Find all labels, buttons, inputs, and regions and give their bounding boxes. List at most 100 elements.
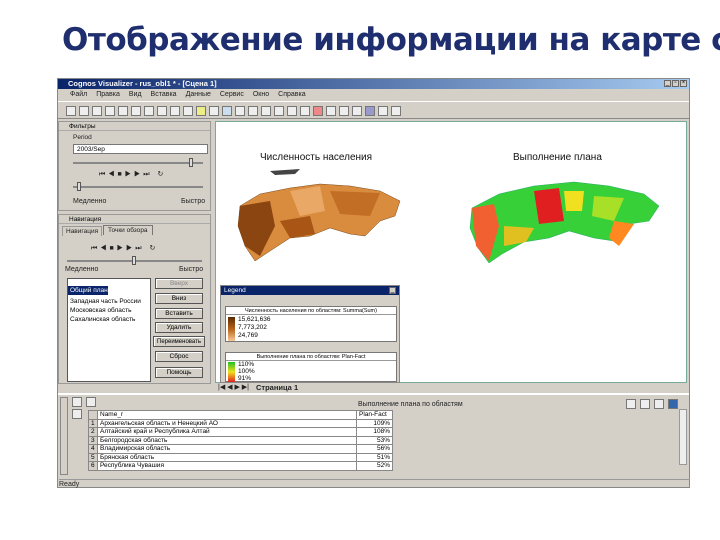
help-icon[interactable] [391, 106, 401, 116]
globe-icon[interactable] [352, 106, 362, 116]
add-icon[interactable] [339, 106, 349, 116]
filter-panel-title: Фильтры [59, 122, 210, 131]
view-icon-1[interactable] [626, 399, 636, 409]
legend-value: 100% [238, 368, 255, 375]
column-icon[interactable] [72, 409, 82, 419]
nav-speed-thumb[interactable] [132, 256, 136, 265]
region-name: Архангельская область и Ненецкий АО [97, 418, 357, 428]
rename-button[interactable]: Переименовать [153, 336, 205, 347]
table-row[interactable]: 3 Белгородская область 53% [88, 435, 393, 445]
crosstab-icon[interactable] [86, 397, 96, 407]
row-number: 5 [88, 452, 98, 462]
playback-controls[interactable]: ⏮◀■▶▶⏭ ↻ [99, 170, 166, 179]
table-row[interactable]: 2 Алтайский край и Республика Алтай 108% [88, 427, 393, 437]
speed-slider-thumb[interactable] [77, 182, 81, 191]
menu-window[interactable]: Окно [253, 91, 269, 98]
reset-button[interactable]: Сброс [155, 351, 203, 362]
paste-icon[interactable] [157, 106, 167, 116]
legend-icon[interactable] [365, 106, 375, 116]
plan-map[interactable] [464, 166, 664, 266]
filter-icon[interactable] [300, 106, 310, 116]
filter-panel: Фильтры Period 2003/Sep ⏮◀■▶▶⏭ ↻ Медленн… [58, 121, 211, 211]
save-icon[interactable] [92, 106, 102, 116]
settings-icon[interactable] [378, 106, 388, 116]
menu-help[interactable]: Справка [278, 91, 305, 98]
app-window: Cognos Visualizer - rus_obl1 * - [Сцена … [57, 78, 690, 488]
bar-chart-icon[interactable] [313, 106, 323, 116]
minimize-button[interactable]: _ [664, 80, 671, 87]
view-icon-2[interactable] [640, 399, 650, 409]
viewpoint-item[interactable]: Сахалинская область [68, 315, 150, 324]
vertical-scrollbar[interactable] [679, 409, 687, 465]
copy-icon[interactable] [144, 106, 154, 116]
data-view-title: Выполнение плана по областям [358, 401, 463, 408]
nav-playback-controls[interactable]: ⏮◀■▶▶⏭ ↻ [91, 244, 158, 253]
menu-view[interactable]: Вид [129, 91, 142, 98]
status-bar: Ready [59, 479, 690, 488]
drill-down-icon[interactable] [287, 106, 297, 116]
map-title-plan: Выполнение плана [513, 152, 602, 163]
viewpoint-item[interactable]: Московская область [68, 306, 150, 315]
page-tab[interactable]: Страница 1 [256, 383, 298, 392]
print-icon[interactable] [105, 106, 115, 116]
undo-icon[interactable] [170, 106, 180, 116]
tab-viewpoints[interactable]: Точки обзора [103, 225, 153, 235]
window-title: Cognos Visualizer - rus_obl1 * - [Сцена … [58, 79, 689, 89]
tab-navigation[interactable]: Навигация [62, 226, 103, 236]
filter-name: Period [73, 134, 92, 141]
filter-value[interactable]: 2003/Sep [73, 144, 208, 154]
table-row[interactable]: 6 Республика Чувашия 52% [88, 461, 393, 471]
grid-view-icon[interactable] [72, 397, 82, 407]
region-name: Владимирская область [97, 444, 357, 454]
chart-icon[interactable] [196, 106, 206, 116]
menu-data[interactable]: Данные [186, 91, 211, 98]
open-icon[interactable] [79, 106, 89, 116]
table-row[interactable]: 4 Владимирская область 56% [88, 444, 393, 454]
maximize-button[interactable]: ▫ [672, 80, 679, 87]
viewpoint-item[interactable]: Общий план [68, 286, 108, 295]
funnel-icon[interactable] [326, 106, 336, 116]
column-header[interactable]: Name_r [97, 410, 357, 420]
save-view-icon[interactable] [668, 399, 678, 409]
menu-insert[interactable]: Вставка [151, 91, 177, 98]
view-icon[interactable] [209, 106, 219, 116]
table-row[interactable]: 1 Архангельская область и Ненецкий АО 109% [88, 418, 393, 428]
cut-icon[interactable] [131, 106, 141, 116]
close-button[interactable]: × [680, 80, 687, 87]
help-button[interactable]: Помощь [155, 367, 203, 378]
down-button[interactable]: Вниз [155, 293, 203, 304]
menu-tools[interactable]: Сервис [220, 91, 244, 98]
filter-slider[interactable] [73, 162, 203, 164]
layout-icon[interactable] [248, 106, 258, 116]
side-toolbar[interactable] [60, 397, 68, 475]
page-nav-arrows[interactable]: |◀ ◀ ▶ ▶| [218, 383, 249, 391]
preview-icon[interactable] [118, 106, 128, 116]
menu-file[interactable]: Файл [70, 91, 87, 98]
legend-value: 15,621,636 [238, 316, 271, 323]
table-row[interactable]: 5 Брянская область 51% [88, 452, 393, 462]
map-title-population: Численность населения [260, 152, 373, 163]
legend-minimize-button[interactable]: _ [389, 287, 396, 294]
redo-icon[interactable] [183, 106, 193, 116]
view-icon-3[interactable] [654, 399, 664, 409]
slide-title: Отображение информации на карте с [62, 22, 720, 58]
table-icon[interactable] [235, 106, 245, 116]
legend-plan: Выполнение плана по областям: Plan-Fact … [225, 352, 397, 382]
column-header[interactable]: Plan-Fact [356, 410, 393, 420]
legend-value: 91% [238, 375, 252, 382]
legend-population: Численность населения по областям: Summa… [225, 306, 397, 342]
up-button[interactable]: Вверх [155, 278, 203, 289]
menu-edit[interactable]: Правка [96, 91, 120, 98]
viewpoint-item[interactable]: Западная часть России [68, 297, 150, 306]
population-map[interactable] [230, 166, 410, 266]
new-icon[interactable] [66, 106, 76, 116]
filter-slider-thumb[interactable] [189, 158, 193, 167]
insert-button[interactable]: Вставить [155, 308, 203, 319]
map-icon[interactable] [222, 106, 232, 116]
speed-slider[interactable] [73, 186, 203, 188]
drill-up-icon[interactable] [274, 106, 284, 116]
grid-icon[interactable] [261, 106, 271, 116]
toolbar [58, 101, 689, 119]
delete-button[interactable]: Удалить [155, 322, 203, 333]
map-canvas: Численность населения Выполнение плана L… [215, 121, 687, 383]
